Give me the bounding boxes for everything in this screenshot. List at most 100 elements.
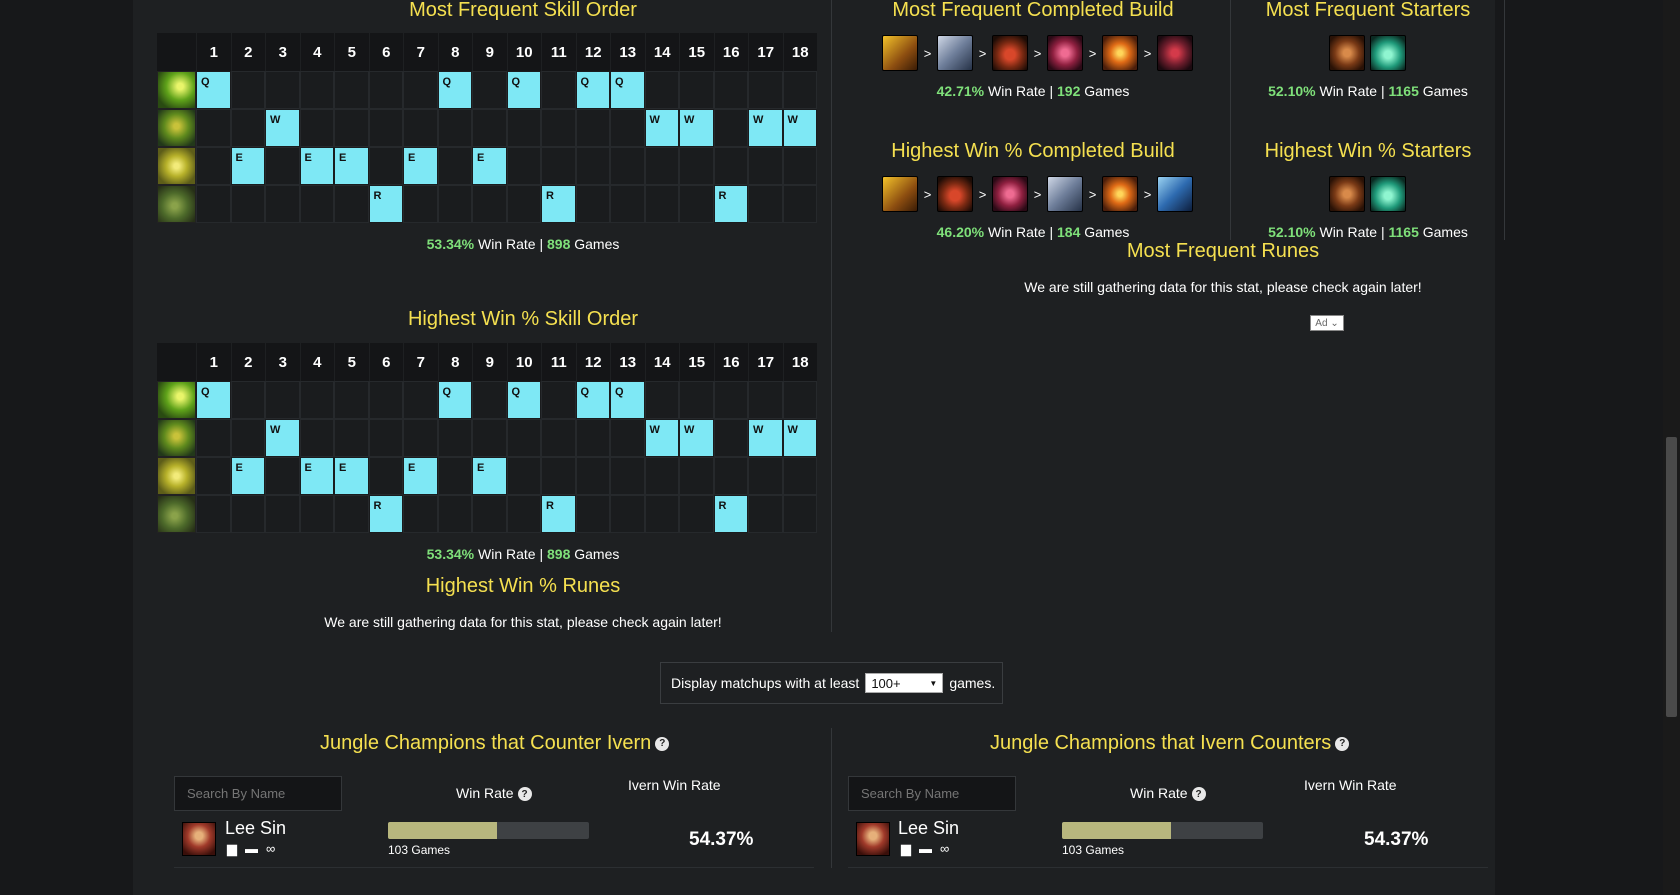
skill-cell: E	[472, 457, 507, 495]
skill-cell	[506, 457, 541, 495]
matchup-filter: Display matchups with at least 100+ ▼ ga…	[660, 662, 1003, 704]
skill-letter: W	[787, 114, 798, 126]
arrow-icon: >	[923, 186, 932, 202]
redemption-icon[interactable]	[1047, 176, 1083, 212]
skill-letter: Q	[201, 76, 210, 88]
skill-cell	[782, 495, 817, 533]
skill-cell	[403, 185, 438, 223]
scrollbar-thumb[interactable]	[1666, 437, 1677, 717]
skill-cell	[610, 419, 645, 457]
skill-cell	[610, 147, 645, 185]
champion-name[interactable]: Lee Sin	[898, 818, 959, 839]
skill-cell	[437, 419, 472, 457]
skill-cell	[782, 457, 817, 495]
skill-cell: R	[541, 495, 576, 533]
skill-cell	[265, 381, 300, 419]
skill-cell	[575, 147, 610, 185]
skill-cell	[679, 495, 714, 533]
level-header: 6	[368, 343, 403, 381]
level-header: 3	[265, 33, 300, 71]
help-icon[interactable]: ?	[517, 787, 532, 802]
stats-icon[interactable]: ▆	[901, 841, 911, 857]
redemption-icon[interactable]	[937, 35, 973, 71]
ruby-sightstone-icon[interactable]	[937, 176, 973, 212]
skill-cell	[713, 419, 748, 457]
refillable-potion-icon[interactable]	[1370, 35, 1406, 71]
skill-cell: Q	[437, 381, 472, 419]
frequent-starters-stats: 52.10% Win Rate | 1165 Games	[1268, 83, 1468, 99]
highest-starters-title: Highest Win % Starters	[1264, 140, 1472, 162]
skill-cell	[506, 109, 541, 147]
knights-vow-icon[interactable]	[1047, 35, 1083, 71]
frequent-starters-items	[1329, 35, 1406, 71]
countered-search-input[interactable]	[848, 776, 1016, 811]
comment-icon[interactable]: ▬	[919, 841, 932, 857]
level-header: 18	[782, 343, 817, 381]
champion-name[interactable]: Lee Sin	[225, 818, 286, 839]
boots-of-mobility-icon[interactable]	[882, 176, 918, 212]
highest-skill-order-title: Highest Win % Skill Order	[407, 308, 639, 330]
skill-letter: R	[373, 190, 382, 202]
athenes-unholy-grail-icon[interactable]	[1157, 176, 1193, 212]
skill-cell	[403, 381, 438, 419]
refillable-potion-icon[interactable]	[1370, 176, 1406, 212]
matchups-divider	[831, 728, 832, 868]
skill-cell	[679, 71, 714, 109]
skill-cell: Q	[506, 71, 541, 109]
starters-divider	[1504, 0, 1505, 240]
help-icon[interactable]: ?	[1191, 787, 1206, 802]
skill-cell	[748, 147, 783, 185]
help-icon[interactable]: ?	[1335, 736, 1350, 751]
link-icon[interactable]: ∞	[266, 841, 275, 857]
hunters-talisman-icon[interactable]	[1329, 35, 1365, 71]
hunters-talisman-icon[interactable]	[1329, 176, 1365, 212]
knights-vow-icon[interactable]	[992, 176, 1028, 212]
counters-search-input[interactable]	[174, 776, 342, 811]
ivern-q-icon	[157, 71, 196, 109]
highest-runes-message: We are still gathering data for this sta…	[324, 614, 722, 630]
frequent-runes-title: Most Frequent Runes	[1126, 240, 1320, 262]
locket-of-iron-solari-icon[interactable]	[1102, 176, 1138, 212]
skill-cell	[610, 495, 645, 533]
min-games-select[interactable]: 100+ ▼	[865, 673, 944, 693]
skill-cell	[541, 381, 576, 419]
skill-row-e: EEEEE	[157, 457, 817, 495]
boots-of-mobility-icon[interactable]	[882, 35, 918, 71]
skill-cell	[575, 185, 610, 223]
win-rate-header-label: Win Rate	[456, 785, 514, 801]
highest-build-title: Highest Win % Completed Build	[891, 140, 1175, 162]
help-icon[interactable]: ?	[655, 736, 670, 751]
skill-cell	[472, 495, 507, 533]
skill-cell	[506, 147, 541, 185]
skill-letter: W	[684, 114, 695, 126]
arrow-icon: >	[978, 45, 987, 61]
skill-cell	[368, 147, 403, 185]
zekes-convergence-icon[interactable]	[1157, 35, 1193, 71]
skill-cell	[403, 419, 438, 457]
ivern-w-icon	[157, 419, 196, 457]
avatar[interactable]	[182, 822, 216, 856]
ruby-sightstone-icon[interactable]	[992, 35, 1028, 71]
stats-icon[interactable]: ▆	[227, 841, 237, 857]
skill-cell	[782, 381, 817, 419]
skill-letter: W	[649, 424, 660, 436]
locket-of-iron-solari-icon[interactable]	[1102, 35, 1138, 71]
level-header: 3	[265, 343, 300, 381]
highest-skill-order-grid: 1 2 3 4 5 6 7 8 9 10 11 12 13 14 15 16 17 18 Q Q Q Q Q W W W W W E E E…	[157, 343, 817, 533]
skill-row-q: QQQQQ	[157, 381, 817, 419]
skill-cell	[368, 457, 403, 495]
chevron-down-icon: ▼	[929, 678, 938, 688]
skill-cell	[334, 381, 369, 419]
skill-cell	[472, 71, 507, 109]
ad-choices-badge[interactable]: Ad ⌄	[1310, 315, 1344, 331]
level-header: 16	[713, 33, 748, 71]
level-header: 4	[299, 343, 334, 381]
skill-cell: R	[541, 185, 576, 223]
skill-cell	[334, 495, 369, 533]
skill-cell	[403, 495, 438, 533]
vertical-scrollbar[interactable]	[1663, 0, 1680, 895]
link-icon[interactable]: ∞	[940, 841, 949, 857]
level-header: 14	[644, 33, 679, 71]
avatar[interactable]	[856, 822, 890, 856]
comment-icon[interactable]: ▬	[245, 841, 258, 857]
